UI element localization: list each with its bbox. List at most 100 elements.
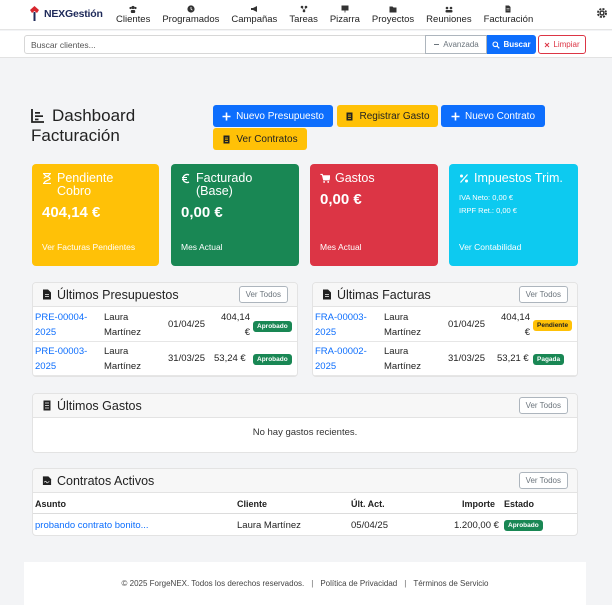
- search-bar: Avanzada Buscar Limpiar: [0, 31, 612, 58]
- iva-net: IVA Neto: 0,00 €: [459, 193, 514, 202]
- new-contract-label: Nuevo Contrato: [464, 110, 536, 122]
- table-row: FRA-00003-2025 Laura Martínez 01/04/25 4…: [313, 308, 577, 342]
- brand-logo-icon: [30, 6, 39, 21]
- invoice-code-link[interactable]: FRA-00002-2025: [315, 344, 377, 374]
- status-badge: Aprobado: [253, 321, 292, 332]
- card-value: 0,00 €: [320, 191, 362, 208]
- billed-card: Facturado (Base) 0,00 € Mes Actual: [171, 164, 299, 266]
- table-row: PRE-00003-2025 Laura Martínez 31/03/25 5…: [33, 342, 297, 376]
- column-header-amount: Importe: [462, 499, 496, 509]
- nav-item-pizarra[interactable]: Pizarra: [330, 3, 360, 26]
- card-title: Gastos: [335, 171, 375, 185]
- search-button[interactable]: Buscar: [487, 35, 536, 54]
- nav-label: Clientes: [116, 14, 151, 25]
- nav-item-programados[interactable]: Programados: [162, 3, 219, 26]
- card-value: 404,14 €: [42, 204, 101, 221]
- view-contracts-label: Ver Contratos: [236, 133, 298, 145]
- invoice-amount: 53,21 €: [497, 353, 529, 364]
- contract-subject-link[interactable]: probando contrato bonito...: [35, 518, 149, 533]
- quote-date: 31/03/25: [168, 353, 205, 364]
- megaphone-icon: [250, 3, 258, 14]
- column-header-subject: Asunto: [35, 499, 66, 509]
- board-icon: [341, 3, 349, 14]
- clock-icon: [187, 3, 195, 14]
- view-pending-invoices-link[interactable]: Ver Facturas Pendientes: [42, 242, 135, 252]
- top-navbar: NEXGestión Clientes Programados Campañas…: [0, 0, 612, 30]
- hourglass-icon: [43, 173, 51, 184]
- card-footer: Mes Actual: [320, 242, 362, 252]
- latest-invoices-panel: Últimas Facturas Ver Todos FRA-00003-202…: [312, 282, 578, 377]
- chart-icon: [31, 109, 44, 123]
- nav-label: Tareas: [289, 14, 318, 25]
- footer-separator: |: [404, 579, 407, 588]
- view-contracts-button[interactable]: Ver Contratos: [213, 128, 307, 150]
- view-all-expenses-button[interactable]: Ver Todos: [518, 397, 568, 414]
- percent-icon: [460, 174, 468, 183]
- table-header: Asunto Cliente Últ. Act. Importe Estado: [33, 494, 577, 514]
- brand[interactable]: NEXGestión: [28, 6, 103, 22]
- taxes-card: Impuestos Trim. IVA Neto: 0,00 € IRPF Re…: [449, 164, 578, 266]
- close-icon: [545, 42, 550, 47]
- nav-item-facturacion[interactable]: Facturación: [483, 3, 534, 26]
- quote-code-link[interactable]: PRE-00004-2025: [35, 310, 97, 340]
- status-badge: Aprobado: [504, 520, 543, 531]
- card-title: Pendiente Cobro: [57, 171, 114, 198]
- register-expense-button[interactable]: Registrar Gasto: [337, 105, 438, 127]
- new-contract-button[interactable]: Nuevo Contrato: [441, 105, 545, 127]
- advanced-search-button[interactable]: Avanzada: [425, 35, 487, 54]
- nav-item-proyectos[interactable]: Proyectos: [372, 3, 414, 26]
- active-contracts-panel: Contratos Activos Ver Todos Asunto Clien…: [32, 468, 578, 536]
- new-quote-label: Nuevo Presupuesto: [236, 110, 324, 122]
- nav-item-clientes[interactable]: Clientes: [116, 3, 150, 26]
- view-accounting-link[interactable]: Ver Contabilidad: [459, 242, 521, 252]
- gear-icon[interactable]: [596, 7, 608, 19]
- new-quote-button[interactable]: Nuevo Presupuesto: [213, 105, 333, 127]
- table-row: probando contrato bonito... Laura Martín…: [33, 515, 577, 535]
- nav-item-tareas[interactable]: Tareas: [289, 3, 318, 26]
- status-badge: Pendiente: [533, 320, 573, 331]
- receipt-icon: [43, 400, 51, 411]
- view-all-quotes-button[interactable]: Ver Todos: [238, 286, 288, 303]
- invoice-icon: [504, 3, 512, 14]
- nav-item-reuniones[interactable]: Reuniones: [426, 3, 472, 26]
- nav-label: Facturación: [483, 14, 534, 25]
- client-name: Laura Martínez: [384, 346, 421, 372]
- column-header-last-act: Últ. Act.: [351, 499, 385, 509]
- status-badge: Pagada: [533, 354, 565, 365]
- invoice-date: 31/03/25: [448, 353, 485, 364]
- file-icon: [43, 289, 51, 300]
- meeting-icon: [445, 3, 453, 14]
- nav-label: Pizarra: [329, 14, 360, 25]
- table-row: FRA-00002-2025 Laura Martínez 31/03/25 5…: [313, 342, 577, 376]
- plus-icon: [222, 112, 231, 120]
- column-header-client: Cliente: [237, 499, 268, 509]
- contract-amount: 1.200,00 €: [454, 520, 499, 531]
- document-icon: [223, 135, 230, 143]
- clear-search-button[interactable]: Limpiar: [538, 35, 586, 54]
- irpf-withheld: IRPF Ret.: 0,00 €: [459, 206, 517, 215]
- card-footer: Mes Actual: [181, 242, 223, 252]
- folder-icon: [389, 3, 397, 14]
- client-name: Laura Martínez: [104, 346, 141, 372]
- client-name: Laura Martínez: [384, 312, 421, 338]
- terms-of-service-link[interactable]: Términos de Servicio: [413, 579, 488, 588]
- table-row: PRE-00004-2025 Laura Martínez 01/04/25 4…: [33, 308, 297, 342]
- nav-label: Campañas: [231, 14, 278, 25]
- quote-amount: 404,14 €: [220, 312, 250, 338]
- privacy-policy-link[interactable]: Política de Privacidad: [320, 579, 397, 588]
- card-title: Facturado (Base): [196, 171, 253, 198]
- copyright-text: © 2025 ForgeNEX. Todos los derechos rese…: [121, 579, 305, 588]
- view-all-contracts-button[interactable]: Ver Todos: [518, 472, 568, 489]
- view-all-invoices-button[interactable]: Ver Todos: [518, 286, 568, 303]
- client-name: Laura Martínez: [237, 520, 301, 531]
- search-input[interactable]: [24, 35, 426, 54]
- panel-title: Últimos Presupuestos: [57, 287, 179, 302]
- nav-item-campanas[interactable]: Campañas: [231, 3, 277, 26]
- panel-title: Últimas Facturas: [337, 287, 431, 302]
- page-title-line1: Dashboard: [52, 106, 136, 125]
- last-activity-date: 05/04/25: [351, 520, 388, 531]
- invoice-code-link[interactable]: FRA-00003-2025: [315, 310, 377, 340]
- clear-label: Limpiar: [553, 40, 580, 49]
- search-icon: [492, 40, 501, 49]
- quote-code-link[interactable]: PRE-00003-2025: [35, 344, 97, 374]
